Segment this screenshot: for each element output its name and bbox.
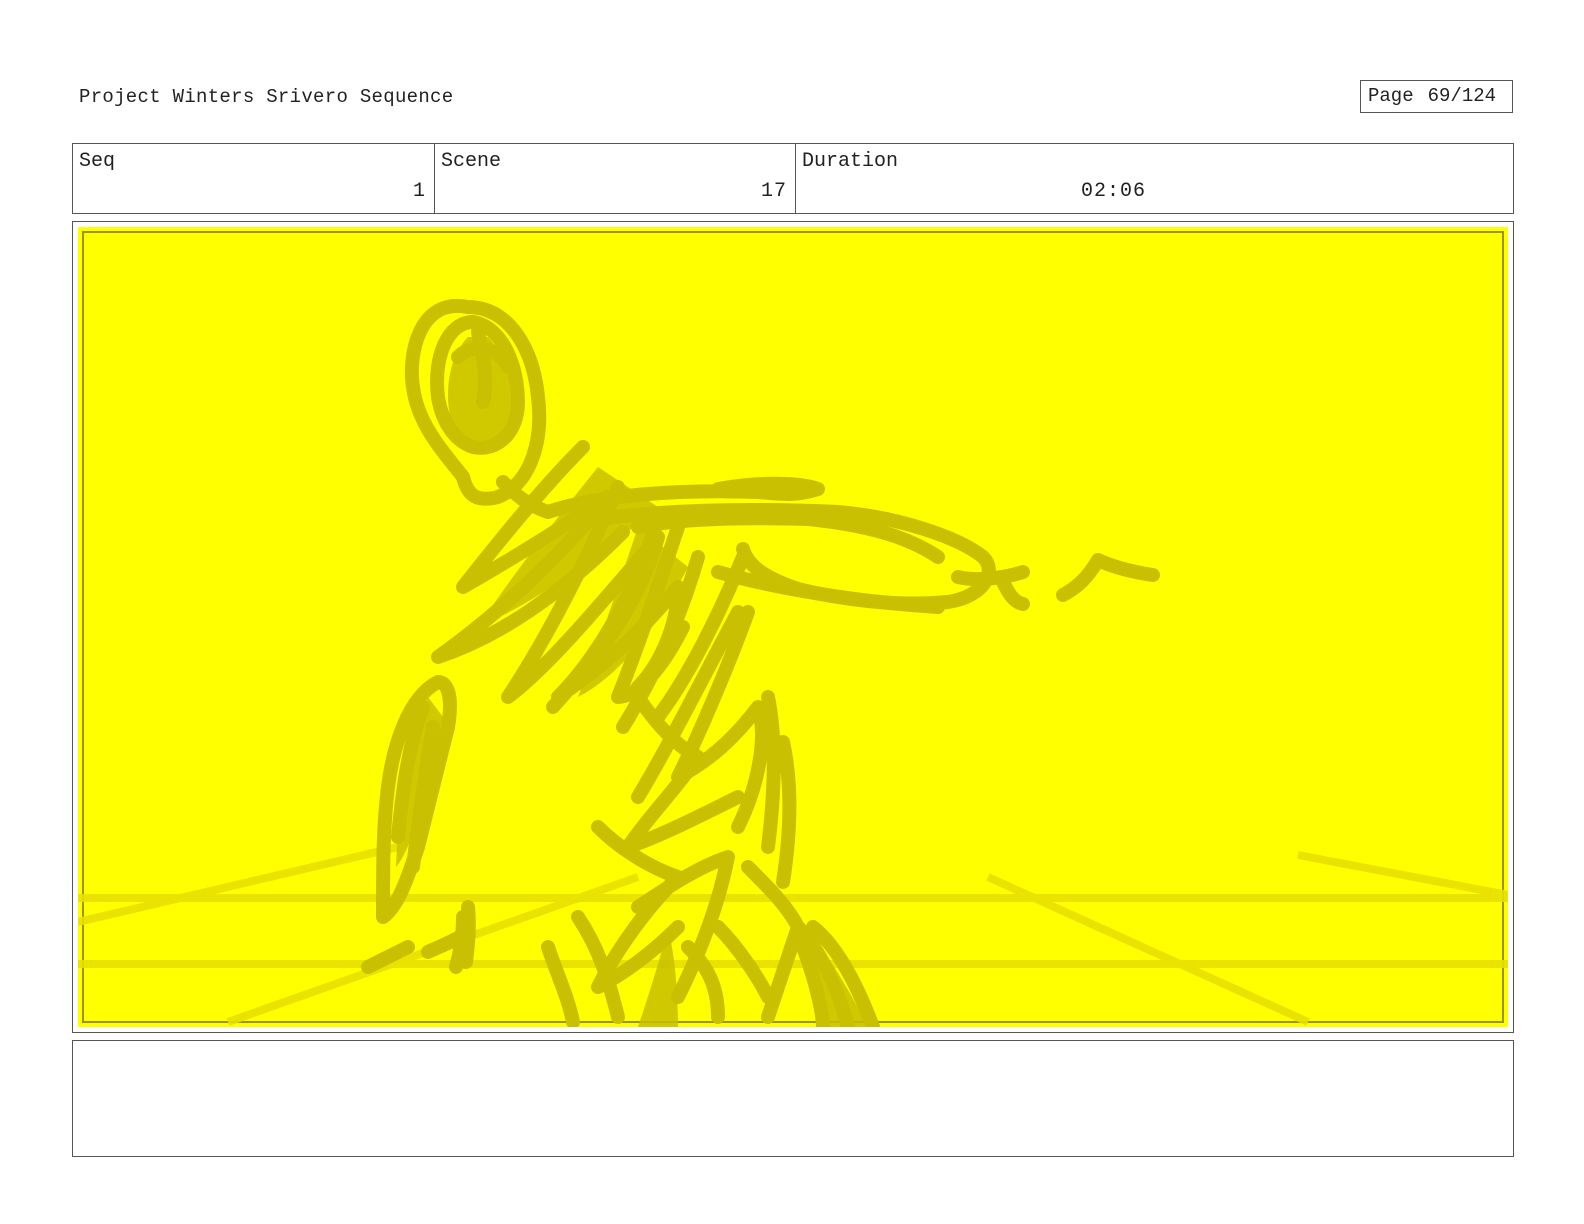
duration-label: Duration xyxy=(802,150,899,173)
page-number: 69/124 xyxy=(1427,85,1497,107)
scene-cell: Scene 17 xyxy=(434,144,795,213)
seq-value: 1 xyxy=(412,180,426,203)
page-label: Page xyxy=(1368,85,1414,107)
scene-label: Scene xyxy=(441,150,502,173)
duration-value: 02:06 xyxy=(1081,180,1147,203)
storyboard-panel xyxy=(72,221,1514,1033)
duration-cell: Duration 02:06 xyxy=(795,144,1513,213)
seq-label: Seq xyxy=(79,150,116,173)
page-indicator: Page 69/124 xyxy=(1360,80,1513,113)
scene-value: 17 xyxy=(760,180,787,203)
project-title: Project Winters Srivero Sequence xyxy=(79,86,454,108)
notes-box xyxy=(72,1040,1514,1157)
seq-cell: Seq 1 xyxy=(73,144,434,213)
storyboard-sketch xyxy=(78,227,1508,1027)
shot-info-row: Seq 1 Scene 17 Duration 02:06 xyxy=(72,143,1514,214)
